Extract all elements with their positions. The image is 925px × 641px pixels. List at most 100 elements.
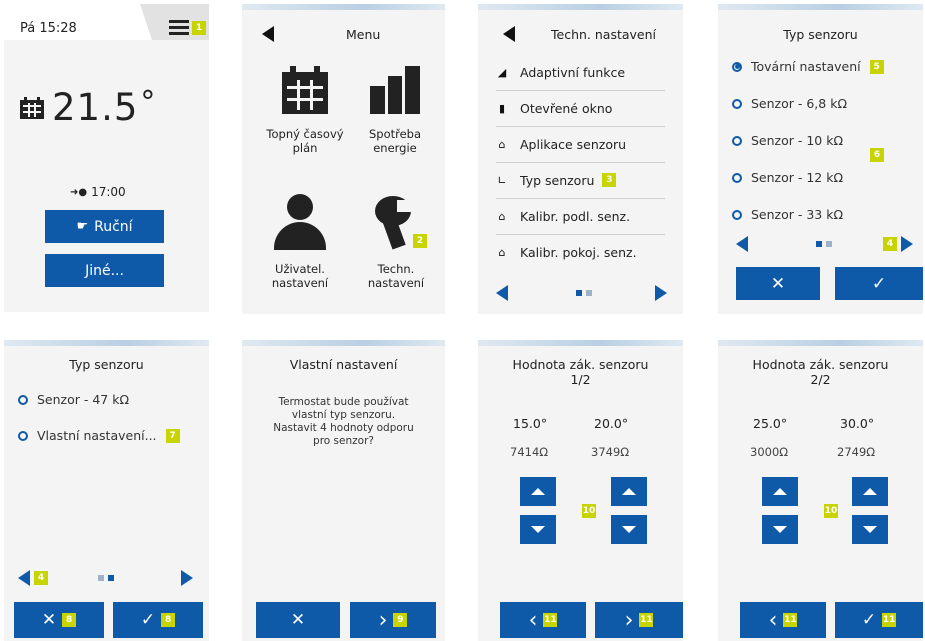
adaptive-icon: ◢ bbox=[497, 65, 507, 79]
decrease-1-button[interactable] bbox=[520, 515, 556, 544]
menu-item-label: Aplikace senzoru bbox=[520, 136, 627, 152]
menu-item-label: Adaptivní funkce bbox=[520, 64, 626, 80]
prev-page-icon[interactable] bbox=[496, 285, 508, 301]
back-icon[interactable] bbox=[503, 26, 515, 42]
prev-page-icon[interactable] bbox=[18, 570, 30, 586]
decrease-2-button[interactable] bbox=[852, 515, 888, 544]
badge: 5 bbox=[869, 59, 884, 74]
menu-item-tech-settings[interactable]: 2 Techn. nastavení bbox=[356, 194, 436, 290]
temperature-2: 20.0° bbox=[594, 416, 629, 431]
page-title: Hodnota zák. senzoru bbox=[752, 357, 889, 372]
page-number: 2/2 bbox=[810, 372, 831, 387]
next-event-icon: ➜● bbox=[70, 186, 88, 198]
menu-item-user-settings[interactable]: Uživatel. nastavení bbox=[254, 194, 346, 290]
manual-label: Ruční bbox=[94, 218, 133, 235]
increase-1-button[interactable] bbox=[762, 477, 798, 506]
next-event-time: 17:00 bbox=[91, 185, 126, 199]
next-button[interactable]: › 11 bbox=[595, 602, 683, 638]
other-button[interactable]: Jiné... bbox=[45, 254, 164, 287]
close-icon: ✕ bbox=[41, 610, 57, 630]
manual-button[interactable]: ☛ Ruční bbox=[45, 210, 164, 243]
increase-2-button[interactable] bbox=[611, 477, 647, 506]
user-icon bbox=[272, 194, 328, 250]
option-33k[interactable]: Senzor - 33 kΩ bbox=[732, 207, 843, 222]
degree-symbol: ° bbox=[140, 85, 156, 120]
chevron-right-icon: › bbox=[624, 607, 634, 633]
arrow-up-icon bbox=[863, 488, 877, 495]
menu-item-room-calibration[interactable]: ⌂ Kalibr. pokoj. senz. bbox=[496, 234, 665, 270]
back-button[interactable]: ‹ 11 bbox=[740, 602, 826, 638]
page-indicator bbox=[98, 575, 114, 581]
house-icon: ⌂ bbox=[498, 137, 506, 151]
option-label: Senzor - 12 kΩ bbox=[751, 170, 844, 185]
decrease-1-button[interactable] bbox=[762, 515, 798, 544]
confirmation-message: Termostat bude používat vlastní typ senz… bbox=[273, 396, 414, 447]
house-icon: ⌂ bbox=[498, 209, 506, 223]
increase-2-button[interactable] bbox=[852, 477, 888, 506]
option-10k[interactable]: Senzor - 10 kΩ bbox=[732, 133, 843, 148]
increase-1-button[interactable] bbox=[520, 477, 556, 506]
next-page-icon[interactable] bbox=[181, 570, 193, 586]
badge: 11 bbox=[882, 613, 897, 627]
next-page-icon[interactable] bbox=[655, 285, 667, 301]
cancel-button[interactable]: ✕ bbox=[736, 267, 820, 300]
next-button[interactable]: › 9 bbox=[350, 602, 436, 638]
menu-item-adaptive[interactable]: ◢ Adaptivní funkce bbox=[496, 54, 665, 91]
prev-page-icon[interactable] bbox=[736, 236, 748, 252]
back-icon[interactable] bbox=[262, 26, 274, 42]
menu-item-label: Techn. nastavení bbox=[367, 262, 425, 290]
option-47k[interactable]: Senzor - 47 kΩ bbox=[18, 392, 129, 407]
confirm-button[interactable]: ✓ 11 bbox=[835, 602, 923, 638]
badge: 4 bbox=[34, 571, 48, 585]
sensor-type-icon: ∟ bbox=[497, 173, 507, 187]
cancel-button[interactable]: ✕ bbox=[256, 602, 340, 638]
menu-item-floor-calibration[interactable]: ⌂ Kalibr. podl. senz. bbox=[496, 198, 665, 235]
radio-icon bbox=[732, 98, 742, 109]
menu-item-open-window[interactable]: ▮ Otevřené okno bbox=[496, 90, 665, 127]
chevron-left-icon: ‹ bbox=[528, 607, 538, 633]
badge: 2 bbox=[413, 234, 427, 248]
arrow-down-icon bbox=[622, 526, 636, 533]
menu-item-sensor-application[interactable]: ⌂ Aplikace senzoru bbox=[496, 126, 665, 163]
cancel-button[interactable]: ✕ 8 bbox=[14, 602, 104, 638]
wrench-icon: 2 bbox=[367, 194, 427, 250]
page-title: Typ senzoru bbox=[783, 27, 858, 42]
check-icon: ✓ bbox=[140, 610, 156, 630]
badge: 8 bbox=[62, 613, 77, 627]
badge: 8 bbox=[161, 613, 176, 627]
option-label: Senzor - 10 kΩ bbox=[751, 133, 844, 148]
temperature-1: 25.0° bbox=[753, 416, 788, 431]
option-factory[interactable]: Tovární nastavení 5 bbox=[732, 59, 884, 74]
arrow-up-icon bbox=[773, 488, 787, 495]
next-page-icon[interactable] bbox=[901, 236, 913, 252]
calendar-icon bbox=[282, 66, 328, 114]
option-12k[interactable]: Senzor - 12 kΩ bbox=[732, 170, 843, 185]
arrow-down-icon bbox=[863, 526, 877, 533]
option-label: Senzor - 6,8 kΩ bbox=[751, 96, 847, 111]
temperature-1: 15.0° bbox=[513, 416, 548, 431]
decrease-2-button[interactable] bbox=[611, 515, 647, 544]
menu-item-energy[interactable]: Spotřeba energie bbox=[356, 66, 434, 155]
menu-item-label: Topný časový plán bbox=[266, 127, 344, 155]
screen-menu: Menu Topný časový plán Spotřeba energie … bbox=[242, 4, 445, 314]
menu-item-schedule[interactable]: Topný časový plán bbox=[264, 66, 346, 155]
option-custom[interactable]: Vlastní nastavení... 7 bbox=[18, 428, 180, 443]
option-6-8k[interactable]: Senzor - 6,8 kΩ bbox=[732, 96, 847, 111]
badge: 9 bbox=[393, 613, 408, 627]
menu-item-sensor-type[interactable]: ∟ Typ senzoru 3 bbox=[496, 162, 665, 199]
screen-sensor-type-2: Typ senzoru Senzor - 47 kΩ Vlastní nasta… bbox=[4, 340, 209, 641]
back-button[interactable]: ‹ 11 bbox=[500, 602, 586, 638]
option-label: Tovární nastavení bbox=[751, 59, 861, 74]
radio-icon bbox=[732, 209, 742, 220]
page-title: Typ senzoru bbox=[69, 357, 144, 372]
menu-button[interactable]: 1 bbox=[169, 20, 206, 35]
confirm-button[interactable]: ✓ 8 bbox=[113, 602, 203, 638]
menu-item-label: Typ senzoru bbox=[520, 172, 595, 188]
badge: 6 bbox=[870, 148, 884, 162]
badge: 11 bbox=[543, 613, 558, 627]
page-indicator bbox=[816, 241, 832, 247]
badge: 3 bbox=[602, 173, 617, 187]
confirm-button[interactable]: ✓ bbox=[835, 267, 923, 300]
resistance-1: 3000Ω bbox=[750, 445, 789, 459]
menu-item-label: Kalibr. pokoj. senz. bbox=[520, 244, 637, 260]
